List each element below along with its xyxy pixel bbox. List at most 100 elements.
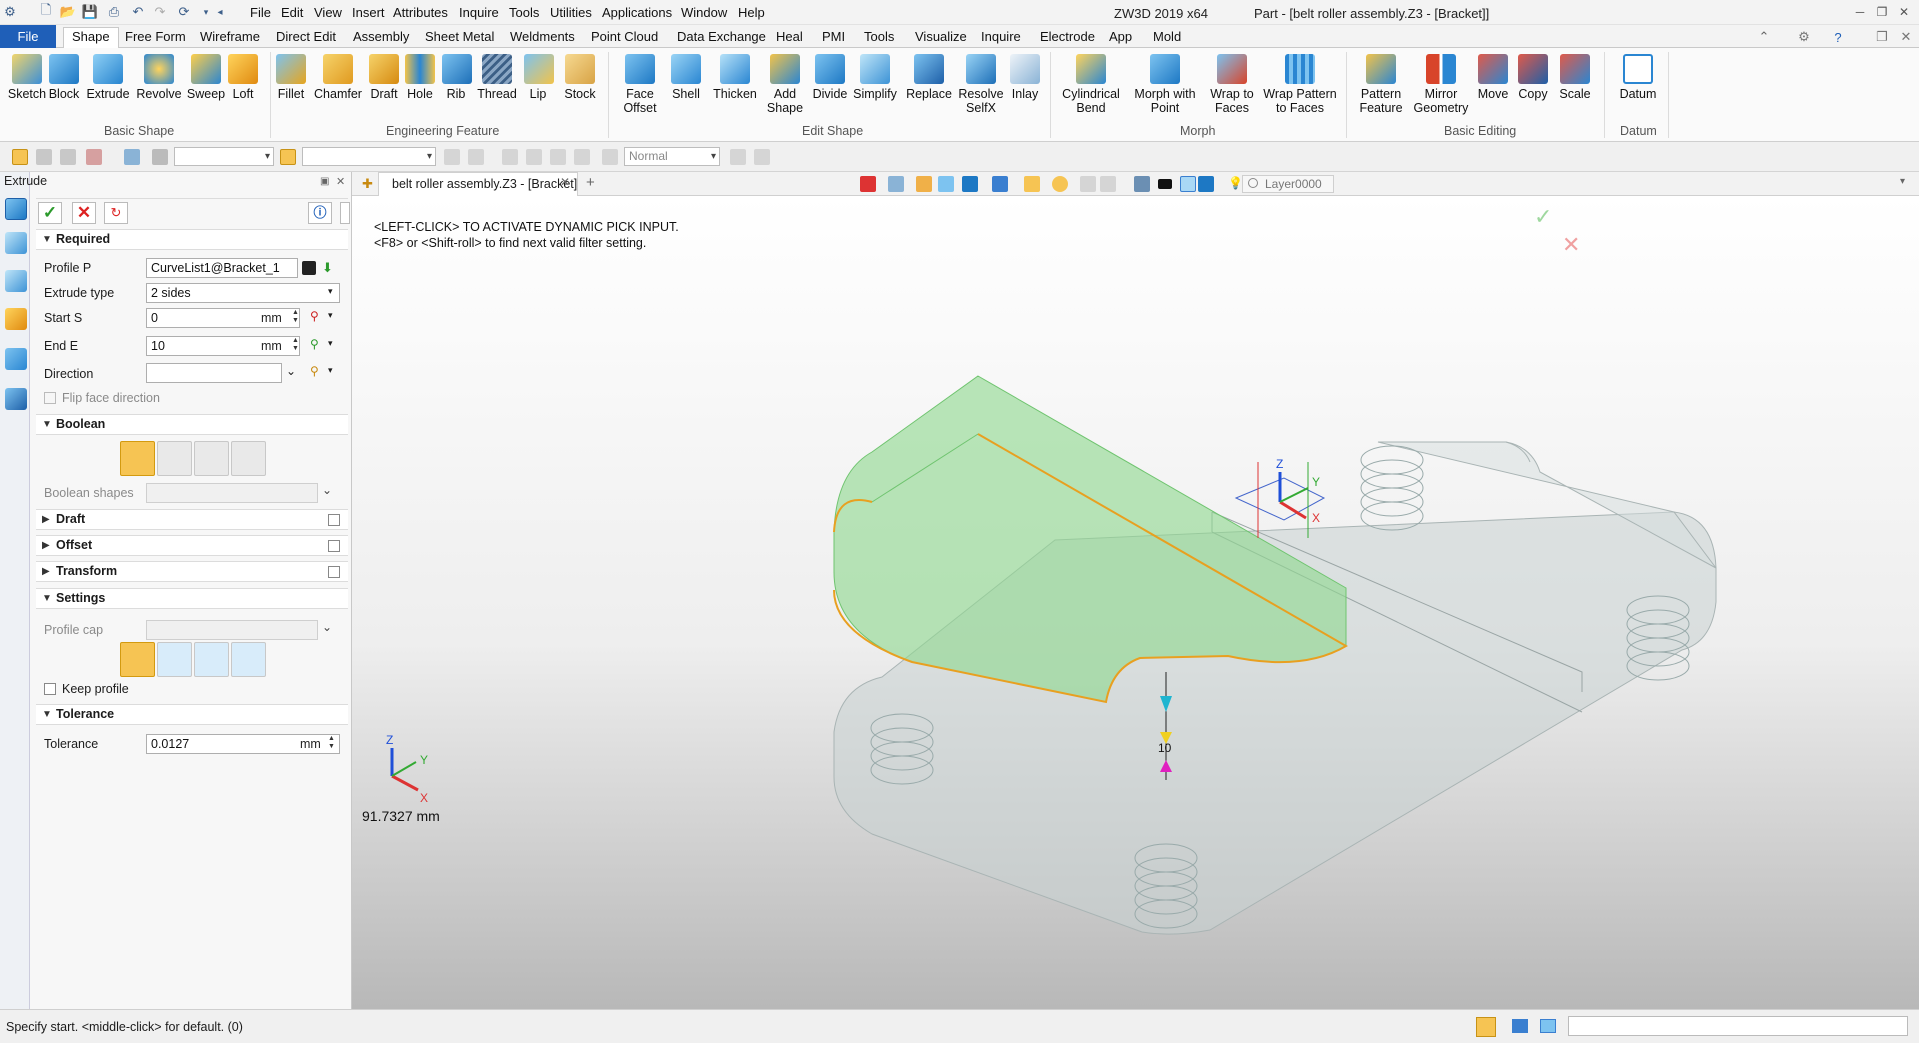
- add-shape-button[interactable]: Add Shape: [764, 54, 806, 115]
- collapse-ribbon-icon[interactable]: ⌃: [1756, 29, 1772, 45]
- user-manager-icon[interactable]: [5, 388, 27, 410]
- profile-cap-expand-icon[interactable]: ⌄: [322, 620, 332, 634]
- start-pick-icon[interactable]: ⚲: [310, 309, 319, 323]
- tab-visualize[interactable]: Visualize: [907, 28, 975, 47]
- help-icon[interactable]: ?: [1830, 29, 1846, 45]
- tab-tools[interactable]: Tools: [856, 28, 902, 47]
- shading-icon[interactable]: [1134, 176, 1150, 192]
- boolean-add-button[interactable]: [157, 441, 192, 476]
- align-icon[interactable]: [502, 149, 518, 165]
- layer-filter-icon[interactable]: [280, 149, 296, 165]
- tab-app[interactable]: App: [1101, 28, 1140, 47]
- new-tab-icon[interactable]: +: [586, 174, 595, 191]
- wire-icon[interactable]: [730, 149, 746, 165]
- section-boolean[interactable]: ▼ Boolean: [36, 414, 348, 435]
- extrude-button[interactable]: Extrude: [86, 54, 130, 101]
- menu-help[interactable]: Help: [738, 5, 765, 20]
- panel-close-icon[interactable]: ✕: [336, 175, 345, 188]
- cap-end-button[interactable]: [194, 642, 229, 677]
- fillet-button[interactable]: Fillet: [276, 54, 306, 101]
- copy-button[interactable]: Copy: [1516, 54, 1550, 101]
- tab-close-icon[interactable]: ✕: [560, 175, 570, 189]
- tab-shape[interactable]: Shape: [63, 27, 119, 48]
- end-pick-icon[interactable]: ⚲: [310, 337, 319, 351]
- viewport-cancel-icon[interactable]: ✕: [1562, 232, 1580, 258]
- end-menu-icon[interactable]: ▾: [328, 338, 333, 349]
- layer-bulb-icon[interactable]: 💡: [1228, 176, 1243, 190]
- direction-pick-icon[interactable]: ⚲: [310, 364, 319, 378]
- thread-button[interactable]: Thread: [476, 54, 518, 101]
- profile-cap-field[interactable]: [146, 620, 318, 640]
- render-cube-icon[interactable]: [1024, 176, 1040, 192]
- tolerance-spinner[interactable]: ▲ ▼: [328, 735, 336, 751]
- shell-button[interactable]: Shell: [670, 54, 702, 101]
- tab-heal[interactable]: Heal: [768, 28, 811, 47]
- draft-button[interactable]: Draft: [368, 54, 400, 101]
- refresh-icon[interactable]: ⟳: [176, 4, 192, 20]
- hole-button[interactable]: Hole: [404, 54, 436, 101]
- face-offset-button[interactable]: Face Offset: [618, 54, 662, 115]
- align-3-icon[interactable]: [550, 149, 566, 165]
- direction-menu-icon[interactable]: ▾: [328, 365, 333, 376]
- boolean-intersect-button[interactable]: [231, 441, 266, 476]
- ok-check-icon[interactable]: ✓: [38, 202, 62, 224]
- start-spinner[interactable]: ▲ ▼: [292, 309, 300, 325]
- cancel-x-icon[interactable]: ✕: [72, 202, 96, 224]
- section-view-icon[interactable]: [1100, 176, 1116, 192]
- menu-attributes[interactable]: Attributes: [393, 5, 448, 20]
- resolve-selfx-button[interactable]: Resolve SelfX: [958, 54, 1004, 115]
- viewport[interactable]: Z X Y 10 Z X Y <LEFT-CLICK> TO ACTIVATE …: [352, 172, 1919, 1009]
- section-settings[interactable]: ▼ Settings: [36, 588, 348, 609]
- profile-field[interactable]: CurveList1@Bracket_1: [146, 258, 298, 278]
- zoom-window-icon[interactable]: [1080, 176, 1096, 192]
- tab-menu-icon[interactable]: ▾: [1900, 176, 1905, 187]
- boolean-base-button[interactable]: [120, 441, 155, 476]
- view-orient-icon[interactable]: [962, 176, 978, 192]
- menu-file[interactable]: File: [250, 5, 271, 20]
- tree-manager-icon[interactable]: [5, 270, 27, 292]
- tab-sheet-metal[interactable]: Sheet Metal: [417, 28, 502, 47]
- history-manager-icon[interactable]: [5, 198, 27, 220]
- tab-electrode[interactable]: Electrode: [1032, 28, 1103, 47]
- sweep-button[interactable]: Sweep: [186, 54, 226, 101]
- tab-file[interactable]: File: [0, 25, 56, 48]
- render-gear-icon[interactable]: [602, 149, 618, 165]
- revolve-button[interactable]: Revolve: [136, 54, 182, 101]
- print-icon[interactable]: ⎙: [106, 4, 122, 20]
- keep-profile-checkbox[interactable]: [44, 683, 56, 695]
- viewport-ok-icon[interactable]: ✓: [1534, 204, 1552, 230]
- settings-gear-icon[interactable]: ⚙: [1796, 29, 1812, 45]
- replace-button[interactable]: Replace: [906, 54, 952, 101]
- direction-field[interactable]: [146, 363, 282, 383]
- menu-applications[interactable]: Applications: [602, 5, 672, 20]
- tab-assembly[interactable]: Assembly: [345, 28, 417, 47]
- stock-button[interactable]: Stock: [562, 54, 598, 101]
- datum-button[interactable]: Datum: [1614, 54, 1662, 101]
- tab-inquire[interactable]: Inquire: [973, 28, 1029, 47]
- exit-icon[interactable]: [860, 176, 876, 192]
- tab-direct-edit[interactable]: Direct Edit: [268, 28, 344, 47]
- profile-sketch-icon[interactable]: [302, 261, 316, 275]
- status-toggle-icon[interactable]: [1476, 1017, 1496, 1037]
- divide-button[interactable]: Divide: [810, 54, 850, 101]
- redo-icon[interactable]: ↷: [152, 4, 168, 20]
- thicken-button[interactable]: Thicken: [712, 54, 758, 101]
- viewport-canvas[interactable]: Z X Y 10 Z X Y: [352, 172, 1919, 1009]
- tab-data-exchange[interactable]: Data Exchange: [669, 28, 774, 47]
- pick-lasso-icon[interactable]: [124, 149, 140, 165]
- section-required[interactable]: ▼ Required: [36, 229, 348, 250]
- tab-wireframe[interactable]: Wireframe: [192, 28, 268, 47]
- cap-start-button[interactable]: [157, 642, 192, 677]
- settings-icon[interactable]: [754, 149, 770, 165]
- boolean-remove-button[interactable]: [194, 441, 229, 476]
- start-menu-icon[interactable]: ▾: [328, 310, 333, 321]
- loft-button[interactable]: Loft: [228, 54, 258, 101]
- menu-inquire[interactable]: Inquire: [459, 5, 499, 20]
- status-list-icon[interactable]: [1540, 1019, 1556, 1033]
- flip-face-checkbox[interactable]: [44, 392, 56, 404]
- add-tab-left-icon[interactable]: ✚: [362, 176, 373, 192]
- menu-edit[interactable]: Edit: [281, 5, 303, 20]
- render-mode-combo[interactable]: Normal: [624, 147, 720, 166]
- restore-doc-icon[interactable]: ❐: [1874, 29, 1890, 45]
- simplify-button[interactable]: Simplify: [852, 54, 898, 101]
